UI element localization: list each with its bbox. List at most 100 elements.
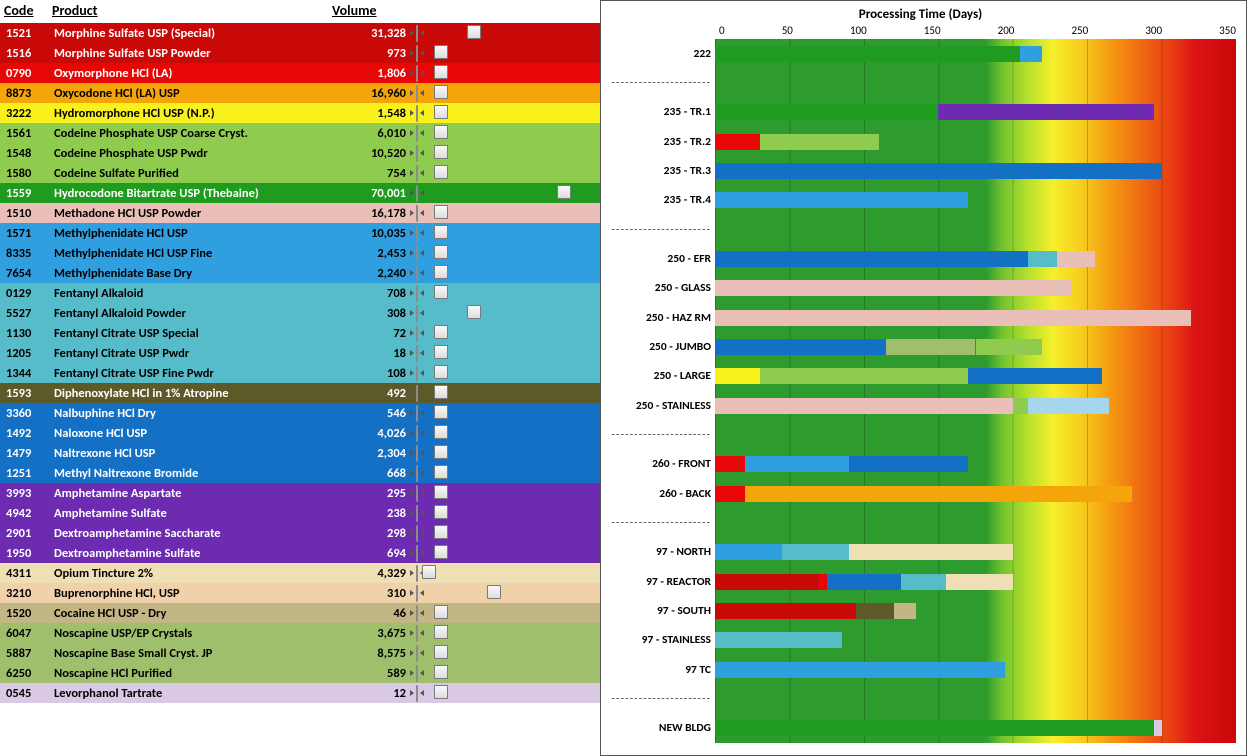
volume-slider[interactable] (416, 565, 418, 582)
volume-slider[interactable] (416, 585, 418, 602)
slider-thumb[interactable] (434, 245, 448, 259)
volume-slider[interactable] (416, 45, 418, 62)
cell-product: Morphine Sulfate USP (Special) (54, 26, 334, 41)
chart-x-axis: 050100150200250300350 (605, 24, 1236, 39)
volume-slider[interactable] (416, 305, 418, 322)
volume-slider[interactable] (416, 485, 418, 502)
volume-slider[interactable] (416, 205, 418, 222)
slider-thumb[interactable] (434, 65, 448, 79)
volume-slider[interactable] (416, 345, 418, 362)
volume-slider[interactable] (416, 145, 418, 162)
table-row: 1130Fentanyl Citrate USP Special72 (0, 323, 600, 343)
slider-thumb[interactable] (434, 525, 448, 539)
slider-thumb[interactable] (434, 385, 448, 399)
slider-thumb[interactable] (434, 85, 448, 99)
slider-thumb[interactable] (434, 265, 448, 279)
slider-thumb[interactable] (434, 545, 448, 559)
cell-volume: 10,035 (334, 226, 412, 241)
volume-slider[interactable] (416, 685, 418, 702)
slider-thumb[interactable] (467, 305, 481, 319)
chart-plot-area (715, 39, 1236, 743)
table-row: 7654Methylphenidate Base Dry2,240 (0, 263, 600, 283)
volume-slider[interactable] (416, 285, 418, 302)
cell-product: Opium Tincture 2% (54, 566, 334, 581)
cell-slider (412, 306, 596, 321)
slider-thumb[interactable] (467, 25, 481, 39)
table-row: 0790Oxymorphone HCl (LA)1,806 (0, 63, 600, 83)
volume-slider[interactable] (416, 325, 418, 342)
volume-slider[interactable] (416, 545, 418, 562)
cell-code: 3222 (0, 106, 54, 121)
volume-slider[interactable] (416, 505, 418, 522)
cell-code: 0545 (0, 686, 54, 701)
volume-slider[interactable] (416, 405, 418, 422)
volume-slider[interactable] (416, 125, 418, 142)
cell-volume: 694 (334, 546, 412, 561)
slider-thumb[interactable] (434, 645, 448, 659)
row-separator: ---------------------- (605, 428, 711, 442)
slider-thumb[interactable] (434, 365, 448, 379)
bar-row (715, 456, 1236, 472)
slider-thumb[interactable] (434, 45, 448, 59)
slider-thumb[interactable] (434, 125, 448, 139)
x-tick: 150 (924, 24, 941, 37)
slider-thumb[interactable] (422, 565, 436, 579)
slider-thumb[interactable] (434, 605, 448, 619)
cell-volume: 708 (334, 286, 412, 301)
volume-slider[interactable] (416, 385, 418, 402)
cell-volume: 16,960 (334, 86, 412, 101)
volume-slider[interactable] (416, 365, 418, 382)
slider-thumb[interactable] (434, 345, 448, 359)
slider-thumb[interactable] (434, 325, 448, 339)
cell-volume: 31,328 (334, 26, 412, 41)
row-separator: ---------------------- (605, 76, 711, 90)
volume-slider[interactable] (416, 465, 418, 482)
volume-slider[interactable] (416, 525, 418, 542)
slider-thumb[interactable] (557, 185, 571, 199)
bar-segment (715, 486, 745, 502)
volume-slider[interactable] (416, 65, 418, 82)
slider-thumb[interactable] (434, 685, 448, 699)
cell-volume: 310 (334, 586, 412, 601)
cell-product: Dextroamphetamine Sulfate (54, 546, 334, 561)
volume-slider[interactable] (416, 225, 418, 242)
slider-thumb[interactable] (434, 225, 448, 239)
slider-thumb[interactable] (434, 465, 448, 479)
volume-slider[interactable] (416, 605, 418, 622)
y-label: 250 - JUMBO (605, 340, 711, 354)
slider-thumb[interactable] (434, 485, 448, 499)
slider-thumb[interactable] (434, 105, 448, 119)
slider-thumb[interactable] (434, 165, 448, 179)
volume-slider[interactable] (416, 665, 418, 682)
slider-thumb[interactable] (434, 425, 448, 439)
slider-thumb[interactable] (434, 145, 448, 159)
bar-segment (968, 368, 1102, 384)
volume-slider[interactable] (416, 245, 418, 262)
slider-thumb[interactable] (434, 205, 448, 219)
cell-code: 3360 (0, 406, 54, 421)
volume-slider[interactable] (416, 445, 418, 462)
slider-thumb[interactable] (434, 285, 448, 299)
table-row: 1479Naltrexone HCl USP2,304 (0, 443, 600, 463)
volume-slider[interactable] (416, 625, 418, 642)
cell-slider (412, 66, 596, 81)
slider-thumb[interactable] (434, 505, 448, 519)
cell-slider (412, 386, 596, 401)
bar-row (715, 163, 1236, 179)
volume-slider[interactable] (416, 105, 418, 122)
volume-slider[interactable] (416, 645, 418, 662)
table-row: 1520Cocaine HCl USP - Dry46 (0, 603, 600, 623)
volume-slider[interactable] (416, 265, 418, 282)
slider-thumb[interactable] (434, 405, 448, 419)
x-tick: 300 (1145, 24, 1162, 37)
volume-slider[interactable] (416, 185, 418, 202)
volume-slider[interactable] (416, 25, 418, 42)
slider-thumb[interactable] (434, 665, 448, 679)
volume-slider[interactable] (416, 85, 418, 102)
slider-thumb[interactable] (434, 625, 448, 639)
slider-thumb[interactable] (487, 585, 501, 599)
volume-slider[interactable] (416, 425, 418, 442)
volume-slider[interactable] (416, 165, 418, 182)
cell-product: Naltrexone HCl USP (54, 446, 334, 461)
slider-thumb[interactable] (434, 445, 448, 459)
